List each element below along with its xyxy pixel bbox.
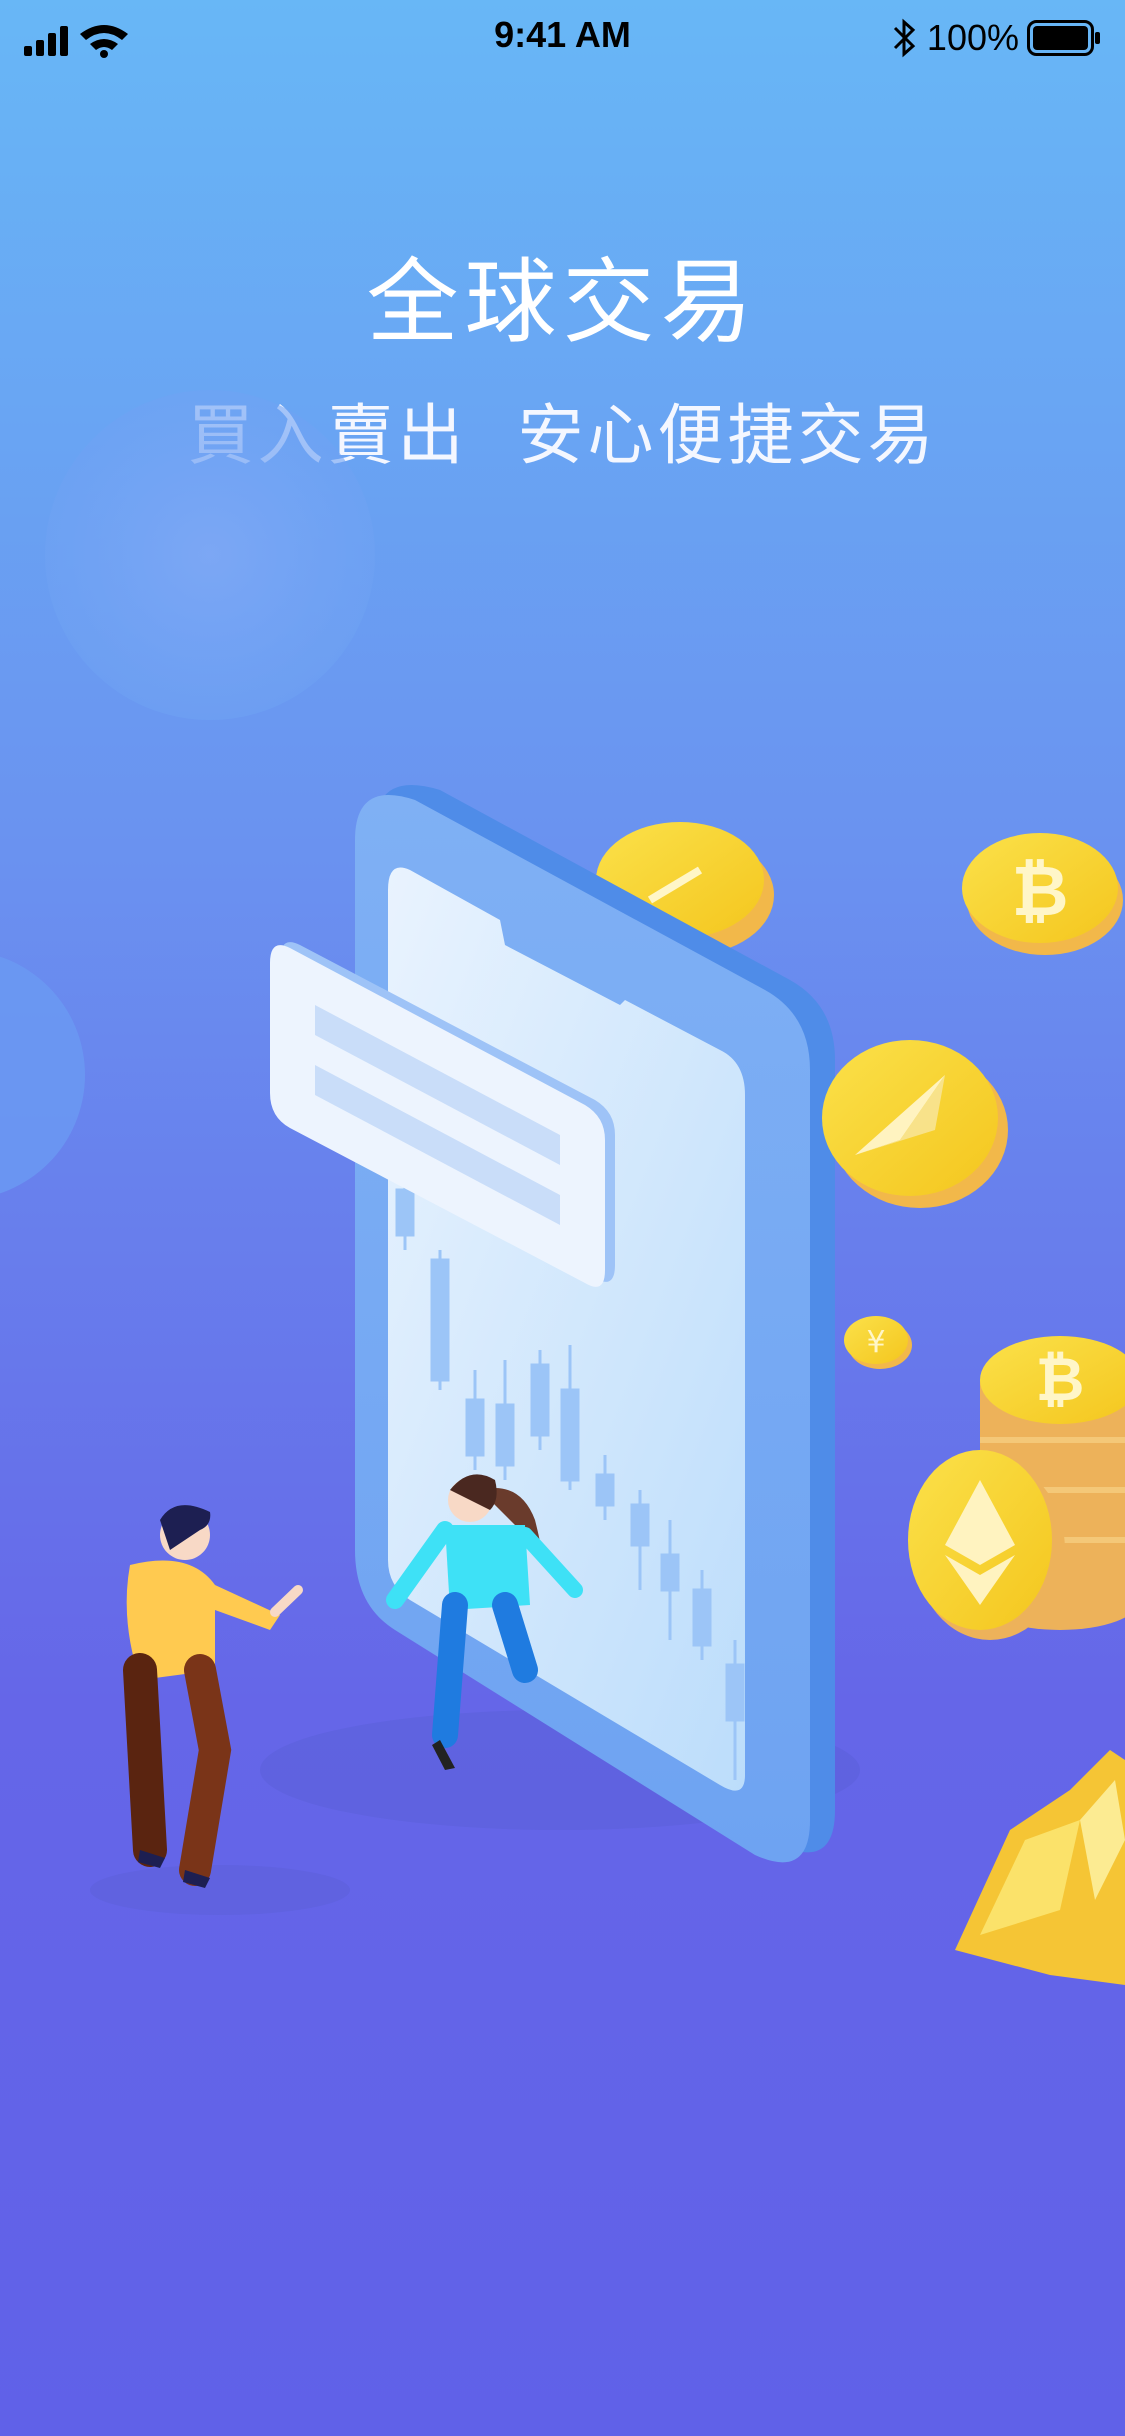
yen-coin-icon: ¥ [844, 1316, 912, 1369]
bitcoin-coin-icon: ₿ [962, 833, 1123, 955]
svg-text:₿: ₿ [1036, 1345, 1085, 1415]
ethereum-coin-icon [822, 1040, 1008, 1208]
decor-bubble [45, 390, 375, 720]
gold-nuggets-icon [955, 1750, 1125, 1985]
phone-icon [270, 785, 835, 1863]
decor-bubble [0, 956, 85, 1194]
man-figure-icon [123, 1505, 303, 1888]
svg-text:₿: ₿ [1011, 850, 1068, 932]
svg-text:¥: ¥ [866, 1325, 885, 1360]
onboarding-illustration: ₿ ¥ ₿ [0, 390, 1125, 1985]
